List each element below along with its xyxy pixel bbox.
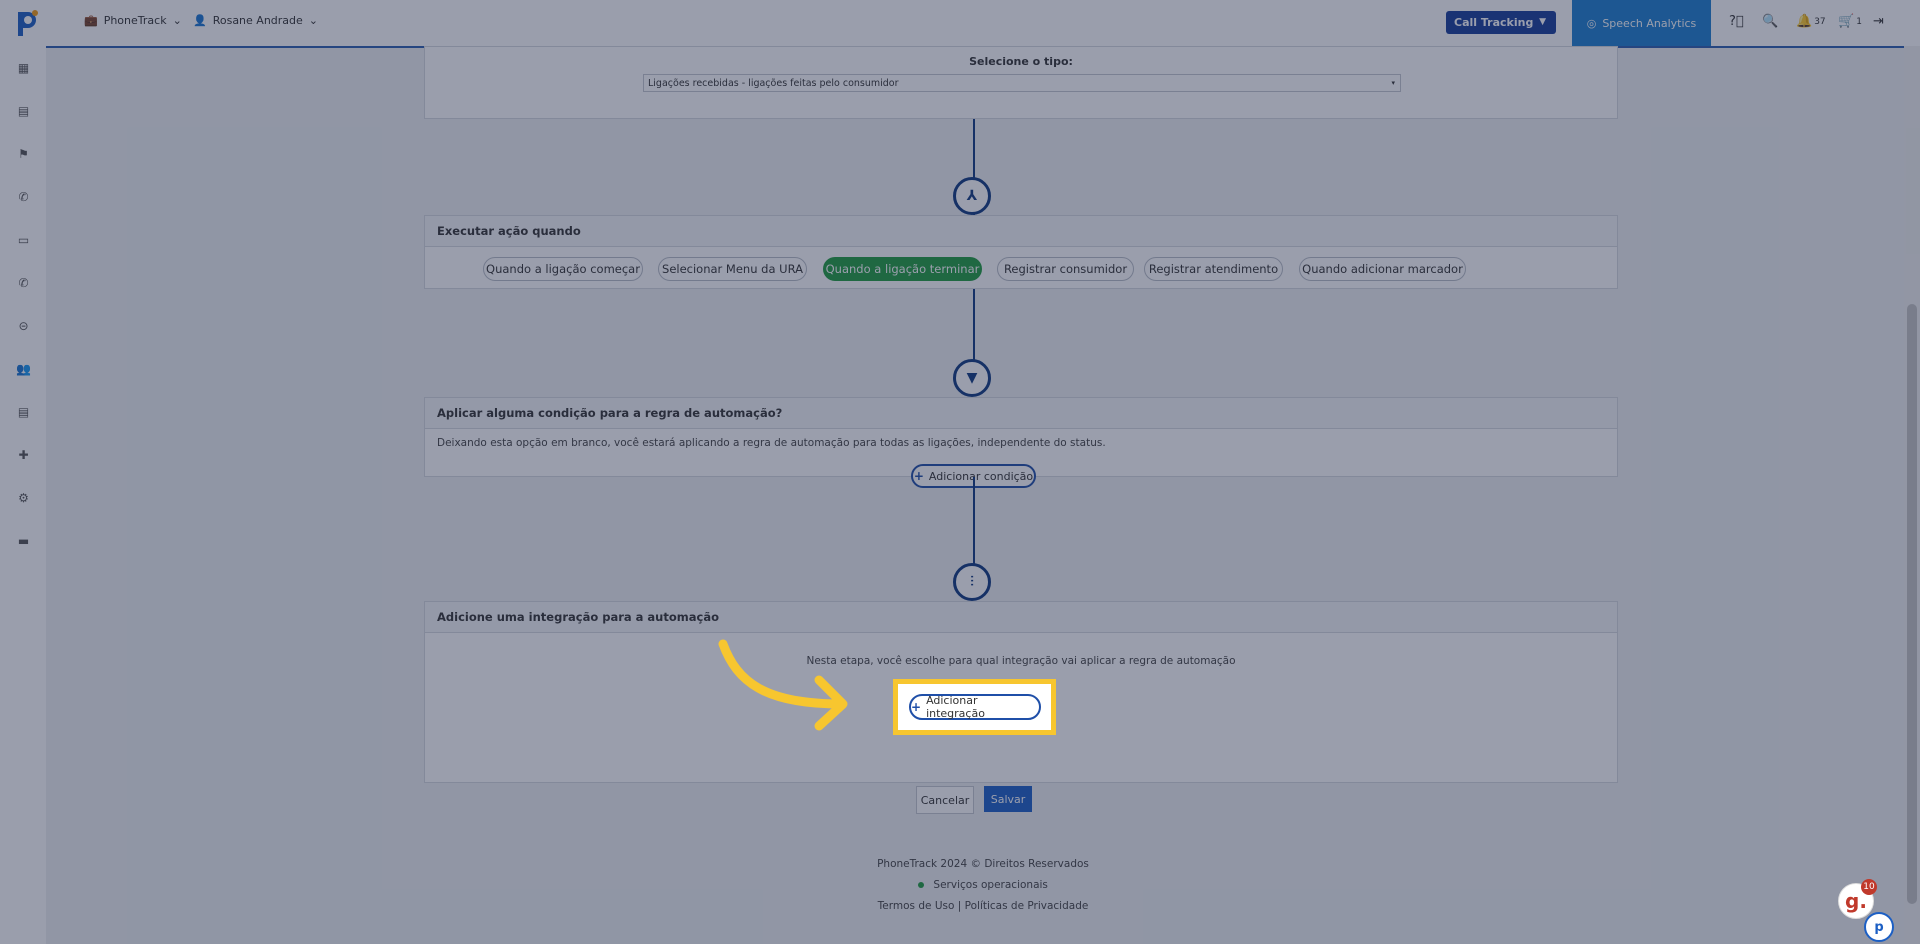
filter-node-icon: ▼ <box>953 359 991 397</box>
logout-icon[interactable]: ⇥ <box>1873 14 1884 29</box>
user-menu-label: Rosane Andrade <box>212 14 303 27</box>
type-select[interactable]: Ligações recebidas - ligações feitas pel… <box>643 74 1401 92</box>
pointer-arrow-icon <box>718 639 848 731</box>
footer-separator: | <box>957 900 962 912</box>
integration-node-icon: ⫶ <box>953 563 991 601</box>
chat-badge: 10 <box>1861 879 1877 895</box>
call-tracking-label: Call Tracking <box>1454 16 1534 29</box>
option-call-start[interactable]: Quando a ligação começar <box>483 257 643 281</box>
search-icon[interactable]: 🔍 <box>1762 14 1778 29</box>
integration-description: Nesta etapa, você escolhe para qual inte… <box>806 655 1236 667</box>
status-line: Serviços operacionais <box>46 879 1920 891</box>
notifications-button[interactable]: 🔔 37 <box>1796 14 1826 29</box>
option-add-tag[interactable]: Quando adicionar marcador <box>1299 257 1466 281</box>
briefcase-icon: 💼 <box>84 14 98 27</box>
support-widget-icon[interactable]: p <box>1864 912 1894 942</box>
main-content: Selecione o tipo: Ligações recebidas - l… <box>46 46 1920 944</box>
type-card: Selecione o tipo: Ligações recebidas - l… <box>424 46 1618 119</box>
privacy-link[interactable]: Políticas de Privacidade <box>965 900 1089 912</box>
minus-circle-icon[interactable]: ⊝ <box>16 318 31 333</box>
speech-analytics-label: Speech Analytics <box>1602 16 1697 30</box>
connector-line <box>973 477 975 577</box>
speech-analytics-button[interactable]: ◎ Speech Analytics <box>1572 0 1711 46</box>
status-dot-icon <box>918 882 925 888</box>
action-card-title: Executar ação quando <box>425 216 1617 247</box>
condition-description: Deixando esta opção em branco, você esta… <box>437 437 1106 449</box>
library-icon[interactable]: ▤ <box>16 404 31 419</box>
status-text: Serviços operacionais <box>933 879 1048 891</box>
footer: PhoneTrack 2024 © Direitos Reservados Se… <box>46 858 1920 912</box>
dashboard-icon[interactable]: ▦ <box>16 60 31 75</box>
option-register-consumer[interactable]: Registrar consumidor <box>997 257 1134 281</box>
chevron-down-icon: ⌄ <box>308 14 319 27</box>
cart-count: 1 <box>1856 16 1862 27</box>
copyright-text: PhoneTrack 2024 © Direitos Reservados <box>877 858 1089 870</box>
notifications-count: 37 <box>1814 16 1826 27</box>
user-menu[interactable]: 👤 Rosane Andrade ⌄ <box>193 14 318 27</box>
caret-down-icon: ▼ <box>1539 17 1546 27</box>
contact-card-icon[interactable]: ▭ <box>16 232 31 247</box>
speech-analytics-icon: ◎ <box>1586 16 1597 30</box>
option-call-end[interactable]: Quando a ligação terminar <box>823 257 982 281</box>
store-icon[interactable]: ▬ <box>16 533 31 548</box>
terms-link[interactable]: Termos de Uso <box>878 900 955 912</box>
reports-icon[interactable]: ▤ <box>16 103 31 118</box>
help-icon[interactable]: ?⃝ <box>1729 14 1744 29</box>
call-icon[interactable]: ✆ <box>16 275 31 290</box>
settings-icon[interactable]: ⚙ <box>16 490 31 505</box>
integration-card-title: Adicione uma integração para a automação <box>425 602 1617 633</box>
condition-card-title: Aplicar alguma condição para a regra de … <box>425 398 1617 429</box>
add-condition-label: Adicionar condição <box>928 469 1034 483</box>
option-ura-menu[interactable]: Selecionar Menu da URA <box>658 257 807 281</box>
add-integration-button[interactable]: + Adicionar integração <box>909 694 1041 720</box>
scrollbar[interactable] <box>1904 46 1920 944</box>
flag-icon[interactable]: ⚑ <box>16 146 31 161</box>
add-integration-label: Adicionar integração <box>926 694 985 720</box>
save-button[interactable]: Salvar <box>984 786 1032 812</box>
option-register-service[interactable]: Registrar atendimento <box>1144 257 1283 281</box>
plus-icon: + <box>911 700 922 714</box>
type-select-value: Ligações recebidas - ligações feitas pel… <box>648 77 899 89</box>
caret-down-icon: ▾ <box>1391 79 1395 87</box>
users-icon[interactable]: 👥 <box>16 361 31 376</box>
scrollbar-thumb[interactable] <box>1907 304 1917 904</box>
footer-links: Termos de Uso | Políticas de Privacidade <box>46 900 1920 912</box>
user-icon: 👤 <box>193 14 207 27</box>
call-tracking-dropdown[interactable]: Call Tracking ▼ <box>1446 11 1556 34</box>
cart-icon: 🛒 <box>1838 14 1855 29</box>
bell-icon: 🔔 <box>1796 14 1813 29</box>
cart-button[interactable]: 🛒 1 <box>1838 14 1862 29</box>
cancel-button[interactable]: Cancelar <box>916 786 974 814</box>
top-bar: 💼 PhoneTrack ⌄ 👤 Rosane Andrade ⌄ Call T… <box>0 0 1920 48</box>
puzzle-icon[interactable]: ✚ <box>16 447 31 462</box>
sidebar: ▦ ▤ ⚑ ✆ ▭ ✆ ⊝ 👥 ▤ ✚ ⚙ ▬ <box>0 46 46 944</box>
plus-icon: + <box>913 469 924 483</box>
phone-icon[interactable]: ✆ <box>16 189 31 204</box>
chevron-down-icon: ⌄ <box>172 14 182 27</box>
phonetrack-logo[interactable] <box>13 8 41 38</box>
type-label: Selecione o tipo: <box>969 55 1073 68</box>
company-menu-label: PhoneTrack <box>103 14 167 27</box>
split-node-icon: ⅄ <box>953 177 991 215</box>
company-menu[interactable]: 💼 PhoneTrack ⌄ <box>84 14 182 27</box>
